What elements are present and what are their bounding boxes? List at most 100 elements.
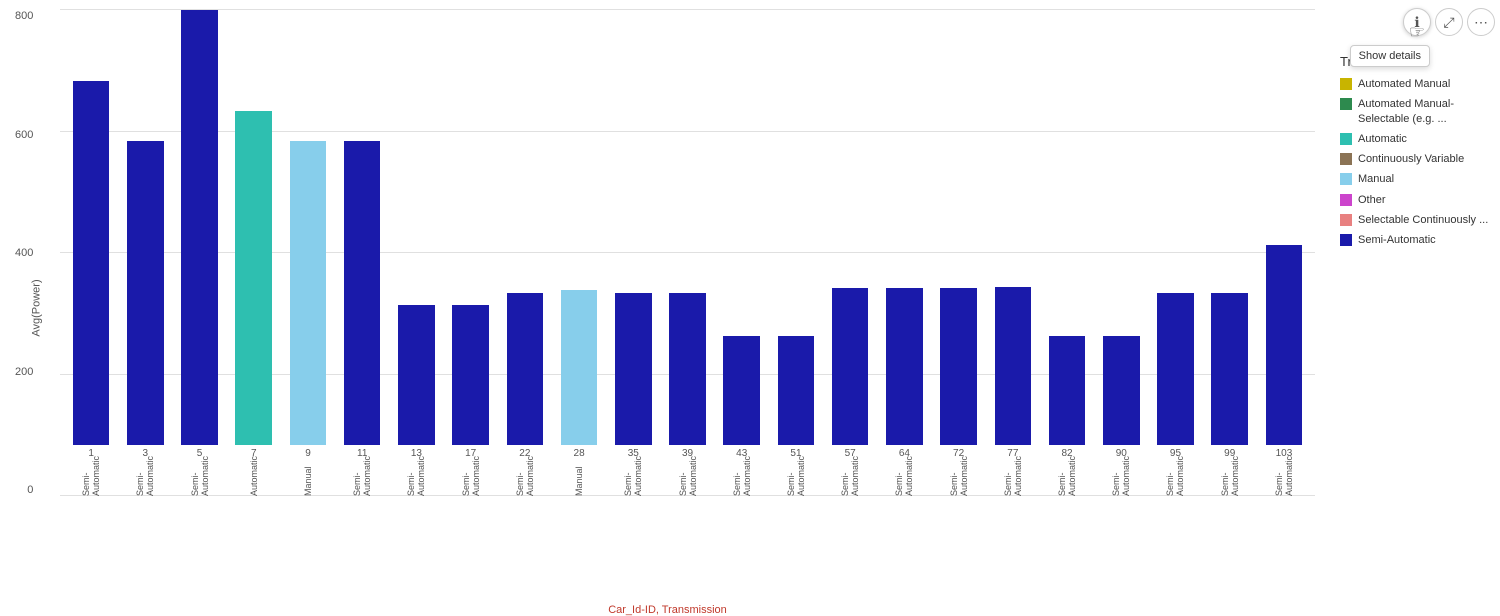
bar-group[interactable]: 103Semi-Automatic xyxy=(1258,10,1310,496)
x-label-group: 11Semi-Automatic xyxy=(352,448,372,496)
legend-item[interactable]: Other xyxy=(1340,193,1490,207)
x-label-group: 95Semi-Automatic xyxy=(1165,448,1185,496)
bar[interactable] xyxy=(290,141,327,445)
bar[interactable] xyxy=(1266,245,1303,445)
y-label: 400 xyxy=(15,247,33,259)
bars-container[interactable]: 1Semi-Automatic 3Semi-Automatic 5Semi-Auto… xyxy=(60,10,1315,496)
bar[interactable] xyxy=(507,293,544,445)
x-label-group: 35Semi-Automatic xyxy=(623,448,643,496)
bar[interactable] xyxy=(1103,336,1140,445)
x-label-type: Semi-Automatic xyxy=(894,461,914,496)
bar-group[interactable]: 11Semi-Automatic xyxy=(336,10,388,496)
bar-group[interactable]: 17Semi-Automatic xyxy=(445,10,497,496)
x-label-group: 3Semi-Automatic xyxy=(135,448,155,496)
x-label-group: 17Semi-Automatic xyxy=(461,448,481,496)
bar-group[interactable]: 57Semi-Automatic xyxy=(824,10,876,496)
x-label-group: 82Semi-Automatic xyxy=(1057,448,1077,496)
x-label-type: Semi-Automatic xyxy=(1220,461,1240,496)
legend-item[interactable]: Selectable Continuously ... xyxy=(1340,213,1490,227)
bar-group[interactable]: 51Semi-Automatic xyxy=(770,10,822,496)
legend-item[interactable]: Automated Manual-Selectable (e.g. ... xyxy=(1340,97,1490,126)
bar[interactable] xyxy=(832,288,869,445)
x-label-type: Semi-Automatic xyxy=(406,461,426,496)
x-label-type: Semi-Automatic xyxy=(1274,461,1294,496)
legend-item-label: Manual xyxy=(1358,172,1394,186)
legend-item[interactable]: Automated Manual xyxy=(1340,77,1490,91)
bar-group[interactable]: 5Semi-Automatic xyxy=(173,10,225,496)
bar-group[interactable]: 72Semi-Automatic xyxy=(933,10,985,496)
x-label-group: 72Semi-Automatic xyxy=(949,448,969,496)
bar[interactable] xyxy=(669,293,706,445)
legend-item[interactable]: Automatic xyxy=(1340,132,1490,146)
legend-panel: ℹ ☞ Show details ⤢ ⋯ Transmission Automa… xyxy=(1335,0,1500,616)
bar[interactable] xyxy=(398,305,435,445)
bar[interactable] xyxy=(940,288,977,445)
bar-group[interactable]: 13Semi-Automatic xyxy=(390,10,442,496)
y-label: 600 xyxy=(15,129,33,141)
bar-group[interactable]: 39Semi-Automatic xyxy=(661,10,713,496)
bar[interactable] xyxy=(1157,293,1194,445)
bar[interactable] xyxy=(615,293,652,445)
bar-group[interactable]: 9Manual xyxy=(282,10,334,496)
legend-item[interactable]: Semi-Automatic xyxy=(1340,233,1490,247)
bar[interactable] xyxy=(235,111,272,445)
bar-group[interactable]: 43Semi-Automatic xyxy=(716,10,768,496)
x-label-type: Semi-Automatic xyxy=(81,461,101,496)
bar-group[interactable]: 1Semi-Automatic xyxy=(65,10,117,496)
bar[interactable] xyxy=(344,141,381,445)
legend-color-swatch xyxy=(1340,133,1352,145)
x-label-type: Semi-Automatic xyxy=(1111,461,1131,496)
x-label-group: 7Automatic xyxy=(249,448,259,496)
x-label-type: Semi-Automatic xyxy=(1003,461,1023,496)
info-button[interactable]: ℹ ☞ Show details xyxy=(1403,8,1431,36)
legend-item[interactable]: Manual xyxy=(1340,172,1490,186)
bar-group[interactable]: 64Semi-Automatic xyxy=(878,10,930,496)
x-label-group: 90Semi-Automatic xyxy=(1111,448,1131,496)
x-label-group: 1Semi-Automatic xyxy=(81,448,101,496)
bar[interactable] xyxy=(723,336,760,445)
bar-group[interactable]: 22Semi-Automatic xyxy=(499,10,551,496)
bar[interactable] xyxy=(181,10,218,445)
x-label-type: Semi-Automatic xyxy=(352,461,372,496)
x-label-group: 51Semi-Automatic xyxy=(786,448,806,496)
x-label-group: 99Semi-Automatic xyxy=(1220,448,1240,496)
bar-group[interactable]: 77Semi-Automatic xyxy=(987,10,1039,496)
y-label: 0 xyxy=(15,484,33,496)
bar[interactable] xyxy=(778,336,815,445)
bar[interactable] xyxy=(452,305,489,445)
y-label: 200 xyxy=(15,366,33,378)
bar-group[interactable]: 95Semi-Automatic xyxy=(1149,10,1201,496)
x-label-type: Semi-Automatic xyxy=(1057,461,1077,496)
bar[interactable] xyxy=(1049,336,1086,445)
bar[interactable] xyxy=(886,288,923,445)
bar-group[interactable]: 3Semi-Automatic xyxy=(119,10,171,496)
bar-group[interactable]: 35Semi-Automatic xyxy=(607,10,659,496)
bar[interactable] xyxy=(1211,293,1248,445)
bar[interactable] xyxy=(995,287,1032,445)
bar-group[interactable]: 99Semi-Automatic xyxy=(1204,10,1256,496)
bar-group[interactable]: 82Semi-Automatic xyxy=(1041,10,1093,496)
legend-item[interactable]: Continuously Variable xyxy=(1340,152,1490,166)
more-button[interactable]: ⋯ xyxy=(1467,8,1495,36)
bar-group[interactable]: 28Manual xyxy=(553,10,605,496)
bar[interactable] xyxy=(73,81,110,446)
legend-item-label: Selectable Continuously ... xyxy=(1358,213,1488,227)
bar-group[interactable]: 90Semi-Automatic xyxy=(1095,10,1147,496)
legend-color-swatch xyxy=(1340,153,1352,165)
x-label-group: 28Manual xyxy=(574,448,585,496)
x-label-type: Manual xyxy=(303,461,313,496)
x-label-group: 9Manual xyxy=(303,448,313,496)
bar-group[interactable]: 7Automatic xyxy=(228,10,280,496)
x-label-type: Semi-Automatic xyxy=(732,461,752,496)
x-label-type: Semi-Automatic xyxy=(461,461,481,496)
bar[interactable] xyxy=(127,141,164,445)
x-axis-title: Car_Id-ID, Transmission xyxy=(608,604,727,616)
x-label-type: Semi-Automatic xyxy=(190,461,210,496)
bar[interactable] xyxy=(561,290,598,445)
legend-item-label: Continuously Variable xyxy=(1358,152,1464,166)
legend-color-swatch xyxy=(1340,173,1352,185)
x-label-group: 43Semi-Automatic xyxy=(732,448,752,496)
expand-button[interactable]: ⤢ xyxy=(1435,8,1463,36)
dashboard-container: Avg(Power) 0200400600800 1Semi-Automatic… xyxy=(0,0,1500,616)
x-label-group: 39Semi-Automatic xyxy=(678,448,698,496)
